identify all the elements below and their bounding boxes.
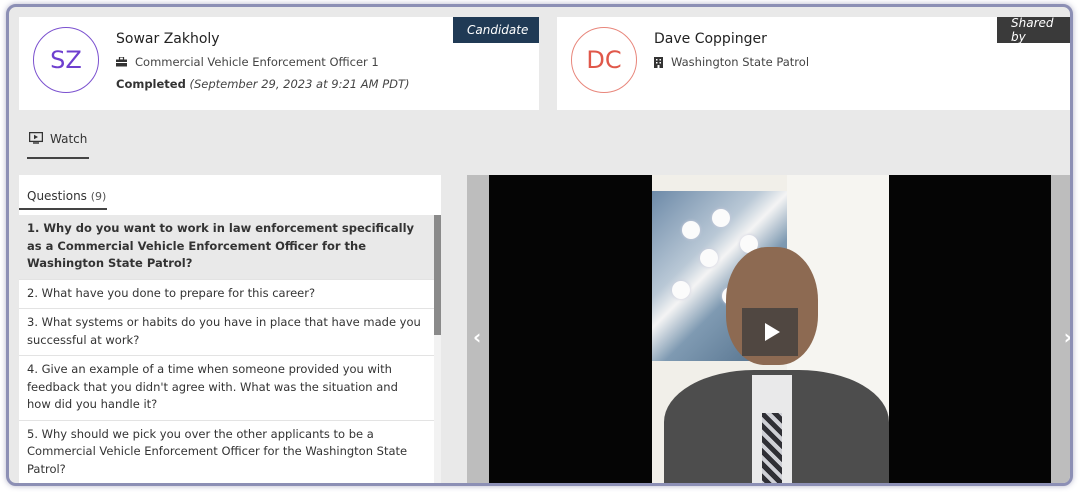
candidate-avatar: SZ	[33, 27, 99, 93]
question-item[interactable]: 3. What systems or habits do you have in…	[19, 309, 435, 356]
questions-scrollbar[interactable]	[434, 215, 441, 483]
status-label: Completed	[116, 77, 186, 91]
video-player[interactable]	[489, 175, 1051, 483]
play-icon	[764, 323, 780, 341]
play-button[interactable]	[742, 308, 798, 356]
chevron-right-icon[interactable]: ›	[1064, 325, 1070, 349]
question-item[interactable]: 2. What have you done to prepare for thi…	[19, 280, 435, 309]
shared-by-tag: Shared by	[997, 16, 1070, 44]
questions-tab[interactable]: Questions (9)	[19, 175, 441, 215]
candidate-role: Commercial Vehicle Enforcement Officer 1	[116, 55, 379, 69]
questions-title: Questions	[27, 189, 87, 203]
chevron-left-icon[interactable]: ‹	[473, 325, 481, 349]
briefcase-icon	[116, 57, 127, 67]
question-item[interactable]: 1. Why do you want to work in law enforc…	[19, 215, 435, 280]
sharer-org: Washington State Patrol	[654, 55, 809, 69]
sharer-name: Dave Coppinger	[654, 31, 767, 47]
status-date: (September 29, 2023 at 9:21 AM PDT)	[189, 77, 410, 91]
questions-panel: Questions (9) 1. Why do you want to work…	[19, 175, 441, 484]
candidate-name: Sowar Zakholy	[116, 31, 220, 47]
tab-watch-label: Watch	[50, 132, 88, 146]
sharer-org-label: Washington State Patrol	[671, 55, 810, 69]
person-tie	[762, 413, 782, 483]
question-item[interactable]: 4. Give an example of a time when someon…	[19, 356, 435, 421]
questions-count: (9)	[90, 190, 107, 203]
video-panel: ‹ ›	[467, 175, 1070, 483]
candidate-card: SZ Sowar Zakholy Commercial Vehicle Enfo…	[19, 17, 539, 110]
candidate-role-label: Commercial Vehicle Enforcement Officer 1	[135, 55, 379, 69]
monitor-play-icon	[29, 132, 43, 144]
app-frame: SZ Sowar Zakholy Commercial Vehicle Enfo…	[6, 4, 1073, 486]
tab-watch[interactable]: Watch	[27, 129, 89, 159]
building-icon	[654, 56, 663, 68]
question-item[interactable]: 5. Why should we pick you over the other…	[19, 421, 435, 484]
scrollbar-thumb[interactable]	[434, 215, 441, 335]
sharer-card: DC Dave Coppinger Washington State Patro…	[557, 16, 1070, 110]
candidate-tag: Candidate	[453, 17, 539, 43]
candidate-status: Completed (September 29, 2023 at 9:21 AM…	[116, 77, 410, 91]
sharer-avatar: DC	[571, 27, 637, 93]
questions-list: 1. Why do you want to work in law enforc…	[19, 215, 435, 484]
